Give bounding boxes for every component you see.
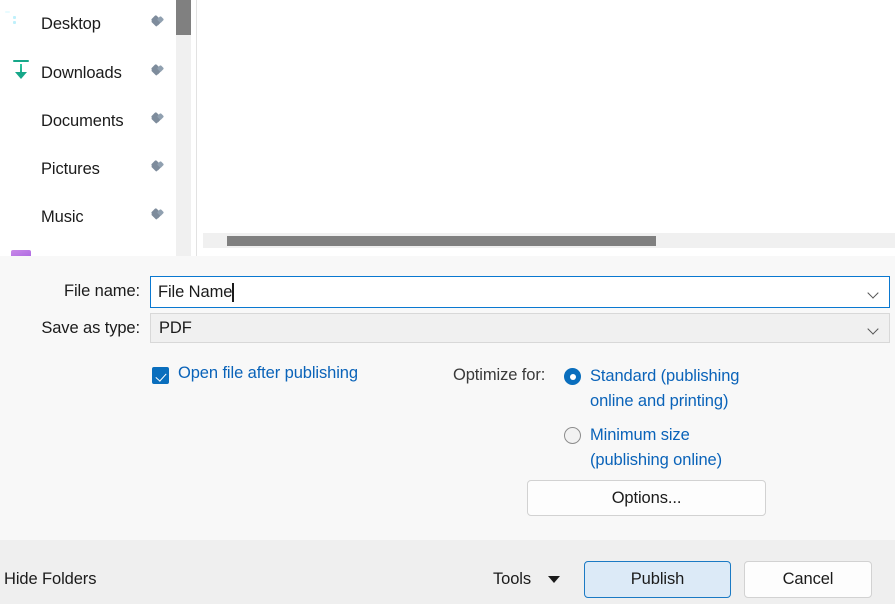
publish-button[interactable]: Publish	[584, 561, 731, 598]
pin-icon[interactable]	[148, 111, 165, 130]
nav-item-downloads[interactable]: Downloads	[0, 55, 176, 91]
nav-item-documents[interactable]: Documents	[0, 103, 176, 139]
nav-item-label: Music	[41, 208, 84, 226]
hide-folders-button[interactable]: Hide Folders	[4, 570, 96, 589]
cancel-button[interactable]: Cancel	[744, 561, 872, 598]
tools-button[interactable]: Tools	[493, 565, 561, 593]
documents-icon	[11, 111, 31, 131]
radio-minimum-size-label: Minimum size (publishing online)	[590, 426, 723, 469]
text-caret	[232, 282, 234, 302]
checkbox-checked-icon[interactable]	[152, 367, 169, 384]
save-as-type-select[interactable]: PDF	[150, 313, 890, 343]
radio-standard-label: Standard (publishing online and printing…	[590, 367, 740, 410]
file-name-input[interactable]: File Name	[150, 276, 890, 308]
file-list-region[interactable]	[197, 0, 895, 256]
radio-unselected-icon[interactable]	[564, 427, 581, 444]
optimize-for-label: Optimize for:	[453, 366, 546, 384]
save-as-type-value: PDF	[159, 318, 192, 337]
pin-icon[interactable]	[148, 14, 165, 33]
pin-icon[interactable]	[148, 63, 165, 82]
navigation-pane: Desktop Downloads Documents Pictures Mus…	[0, 0, 176, 256]
nav-item-label: Desktop	[41, 15, 101, 33]
pin-icon[interactable]	[148, 159, 165, 178]
navigation-pane-scrollbar[interactable]	[176, 0, 191, 256]
chevron-down-icon[interactable]	[869, 325, 878, 334]
music-icon	[11, 207, 31, 227]
nav-item-label: Documents	[41, 112, 124, 130]
nav-item-desktop[interactable]: Desktop	[0, 6, 176, 42]
radio-standard[interactable]: Standard (publishing online and printing…	[564, 364, 739, 413]
file-browser-region: Desktop Downloads Documents Pictures Mus…	[0, 0, 895, 256]
nav-item-pictures[interactable]: Pictures	[0, 151, 176, 187]
triangle-down-icon[interactable]	[548, 575, 561, 583]
save-as-type-label: Save as type:	[41, 319, 140, 337]
download-icon	[11, 59, 31, 83]
chevron-down-icon[interactable]	[869, 289, 878, 298]
radio-selected-icon[interactable]	[564, 368, 581, 385]
nav-item-label: Downloads	[41, 64, 122, 82]
pictures-icon	[11, 159, 31, 179]
file-name-label: File name:	[63, 282, 140, 300]
radio-minimum-size[interactable]: Minimum size (publishing online)	[564, 423, 722, 472]
nav-item-music[interactable]: Music	[0, 199, 176, 235]
tools-label: Tools	[493, 569, 532, 588]
nav-item-label: Pictures	[41, 160, 100, 178]
checkbox-label: Open file after publishing	[178, 364, 358, 382]
open-file-after-publishing-checkbox[interactable]: Open file after publishing	[152, 364, 358, 384]
desktop-icon	[11, 14, 31, 34]
options-button[interactable]: Options...	[527, 480, 766, 516]
navigation-pane-scrollbar-thumb[interactable]	[176, 0, 191, 35]
pin-icon[interactable]	[148, 207, 165, 226]
file-list-horizontal-scrollbar-thumb[interactable]	[227, 236, 656, 246]
save-as-dialog: Desktop Downloads Documents Pictures Mus…	[0, 0, 895, 604]
file-name-value: File Name	[158, 282, 233, 301]
